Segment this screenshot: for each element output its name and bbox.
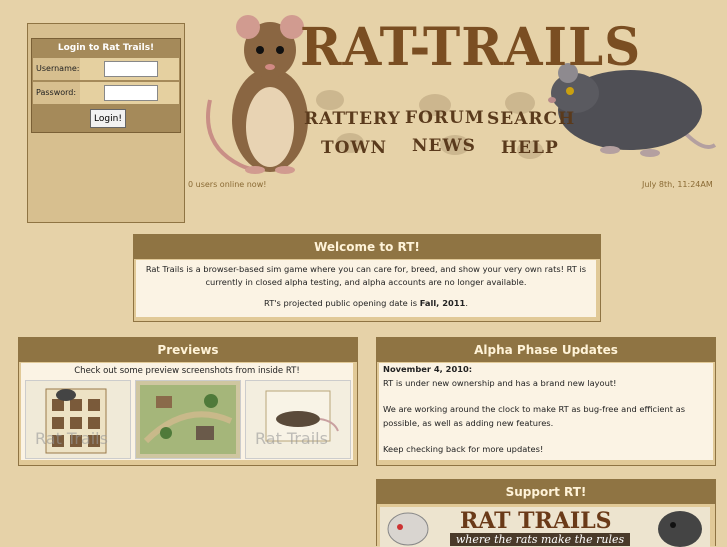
brown-rat-image <box>206 15 308 174</box>
password-label: Password: <box>36 88 77 97</box>
username-input[interactable] <box>104 61 158 77</box>
header-banner: RAT-TRAILS RATTERY FORUM SEARCH TOWN NEW… <box>200 5 720 177</box>
preview-watermark-3: Rat Trails <box>255 429 328 448</box>
login-title: Login to Rat Trails! <box>57 43 155 53</box>
support-panel: Support RT! RAT TRAILS where the rats ma… <box>376 479 716 547</box>
alpha-line-1: RT is under new ownership and has a bran… <box>383 377 617 388</box>
alpha-line-3: Keep checking back for more updates! <box>383 444 544 454</box>
alpha-updates-panel: Alpha Phase Updates November 4, 2010: RT… <box>376 337 716 466</box>
password-input[interactable] <box>104 85 158 101</box>
opening-suffix: . <box>465 298 468 308</box>
welcome-title: Welcome to RT! <box>134 235 600 259</box>
support-banner-tagline: where the rats make the rules <box>450 533 630 546</box>
previews-panel: Previews Check out some preview screensh… <box>18 337 358 466</box>
welcome-body: Rat Trails is a browser-based sim game w… <box>145 264 587 287</box>
support-banner-title: RAT TRAILS <box>460 508 612 534</box>
opening-prefix: RT's projected public opening date is <box>264 298 420 308</box>
alpha-title: Alpha Phase Updates <box>377 338 715 362</box>
support-banner[interactable]: RAT TRAILS where the rats make the rules <box>380 507 710 547</box>
username-row: Username: <box>33 58 179 80</box>
previews-subtitle: Check out some preview screenshots from … <box>74 366 300 376</box>
alpha-date: November 4, 2010: <box>383 364 473 374</box>
nav-forum[interactable]: FORUM <box>405 108 485 128</box>
previews-title: Previews <box>19 338 357 362</box>
login-panel: Login to Rat Trails! Username: Password:… <box>27 23 185 223</box>
current-datetime: July 8th, 11:24AM <box>642 180 713 189</box>
welcome-panel: Welcome to RT! Rat Trails is a browser-b… <box>133 234 601 322</box>
nav-town[interactable]: TOWN <box>321 138 387 158</box>
nav-search[interactable]: SEARCH <box>487 109 575 129</box>
town-map-thumbnail <box>140 385 236 454</box>
login-form: Login to Rat Trails! Username: Password:… <box>31 38 181 133</box>
opening-date: Fall, 2011 <box>419 298 466 308</box>
support-title: Support RT! <box>377 480 715 504</box>
login-button[interactable]: Login! <box>90 109 126 128</box>
nav-help[interactable]: HELP <box>501 138 559 158</box>
site-logo[interactable]: RAT-TRAILS <box>300 16 641 78</box>
nav-rattery[interactable]: RATTERY <box>304 109 401 129</box>
online-count: 0 users online now! <box>188 180 267 189</box>
username-label: Username: <box>36 64 80 73</box>
alpha-line-2: We are working around the clock to make … <box>383 404 686 428</box>
opening-date-line: RT's projected public opening date is Fa… <box>136 297 596 310</box>
preview-watermark-1: Rat Trails <box>35 429 108 448</box>
password-row: Password: <box>33 82 179 104</box>
preview-screenshot-2[interactable] <box>135 380 241 459</box>
nav-news[interactable]: NEWS <box>412 136 476 156</box>
